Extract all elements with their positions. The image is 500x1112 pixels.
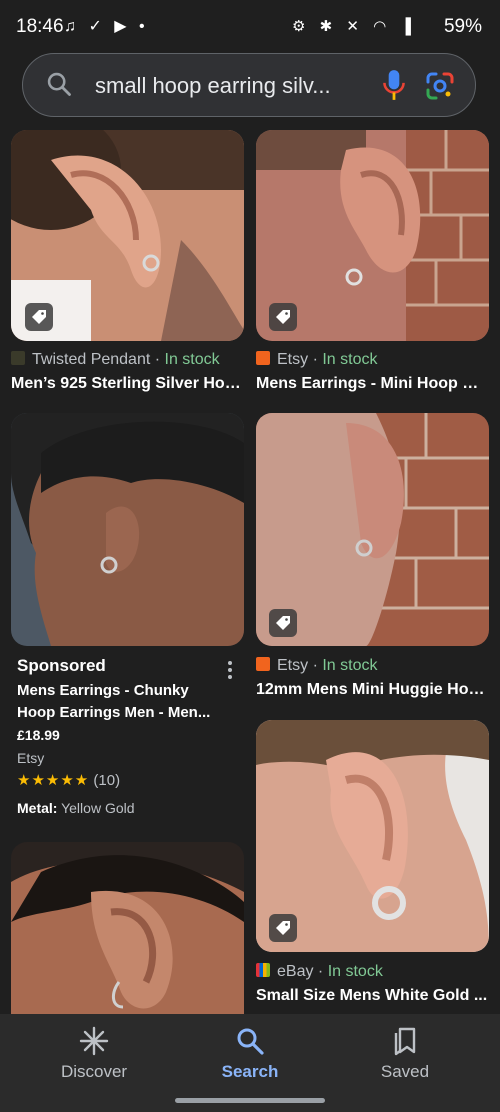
notification-icons: ♫ ✓ ▶ •	[64, 18, 149, 35]
result-title[interactable]: 12mm Mens Mini Huggie Hoo...	[256, 681, 488, 699]
nav-saved-label: Saved	[380, 1062, 430, 1081]
result-title[interactable]: Small Size Mens White Gold ...	[256, 987, 488, 1005]
shopping-tag-icon	[269, 609, 297, 637]
result-source: Etsy · In stock	[256, 351, 377, 369]
in-stock-label: In stock	[322, 351, 378, 368]
result-image[interactable]	[11, 842, 244, 1014]
home-indicator[interactable]	[175, 1098, 325, 1103]
battery-level: 59%	[443, 16, 482, 37]
sponsored-metal: Metal: Yellow Gold	[17, 800, 135, 816]
shopping-tag-icon	[269, 914, 297, 942]
in-stock-label: In stock	[322, 657, 378, 674]
status-bar: 18:46 ♫ ✓ ▶ • ⚙ ✱ ✕ ◠ ▐ 59%	[0, 0, 500, 56]
result-title[interactable]: Men’s 925 Sterling Silver Hoo...	[11, 375, 243, 393]
more-options-icon[interactable]	[223, 660, 237, 680]
shopping-tag-icon	[25, 303, 53, 331]
sponsored-rating: ★★★★★ (10)	[17, 771, 120, 789]
result-source: Etsy · In stock	[256, 657, 377, 675]
system-icons: ⚙ ✱ ✕ ◠ ▐	[292, 18, 416, 35]
search-icon	[47, 72, 71, 96]
etsy-favicon	[256, 351, 270, 365]
google-lens-icon[interactable]	[425, 71, 455, 101]
sponsored-price: £18.99	[17, 727, 60, 743]
in-stock-label: In stock	[327, 963, 383, 980]
ebay-favicon	[256, 963, 270, 977]
result-title[interactable]: Mens Earrings - Mini Hoop Ea...	[256, 375, 488, 393]
sponsored-store: Etsy	[17, 750, 45, 766]
sponsored-title[interactable]: Mens Earrings - Chunky Hoop Earrings Men…	[17, 680, 227, 724]
search-icon	[237, 1028, 264, 1055]
status-time: 18:46	[16, 16, 64, 37]
review-count: (10)	[93, 772, 121, 789]
nav-saved[interactable]: Saved	[335, 1014, 475, 1094]
bookmarks-icon	[394, 1027, 416, 1056]
nav-search[interactable]: Search	[180, 1014, 320, 1094]
sponsored-image[interactable]	[11, 413, 244, 646]
result-source: eBay · In stock	[256, 963, 383, 981]
sponsored-label: Sponsored	[17, 656, 106, 675]
twisted-pendant-favicon	[11, 351, 25, 365]
star-rating-icon: ★★★★★	[17, 772, 90, 789]
in-stock-label: In stock	[164, 351, 220, 368]
nav-discover[interactable]: Discover	[24, 1014, 164, 1094]
nav-discover-label: Discover	[60, 1062, 128, 1081]
shopping-tag-icon	[269, 303, 297, 331]
search-bar[interactable]: small hoop earring silv...	[22, 53, 476, 117]
etsy-favicon	[256, 657, 270, 671]
nav-search-label: Search	[221, 1062, 279, 1081]
microphone-icon[interactable]	[381, 68, 407, 102]
asterisk-icon	[79, 1026, 109, 1056]
search-query[interactable]: small hoop earring silv...	[95, 73, 331, 99]
result-source: Twisted Pendant · In stock	[11, 351, 220, 369]
